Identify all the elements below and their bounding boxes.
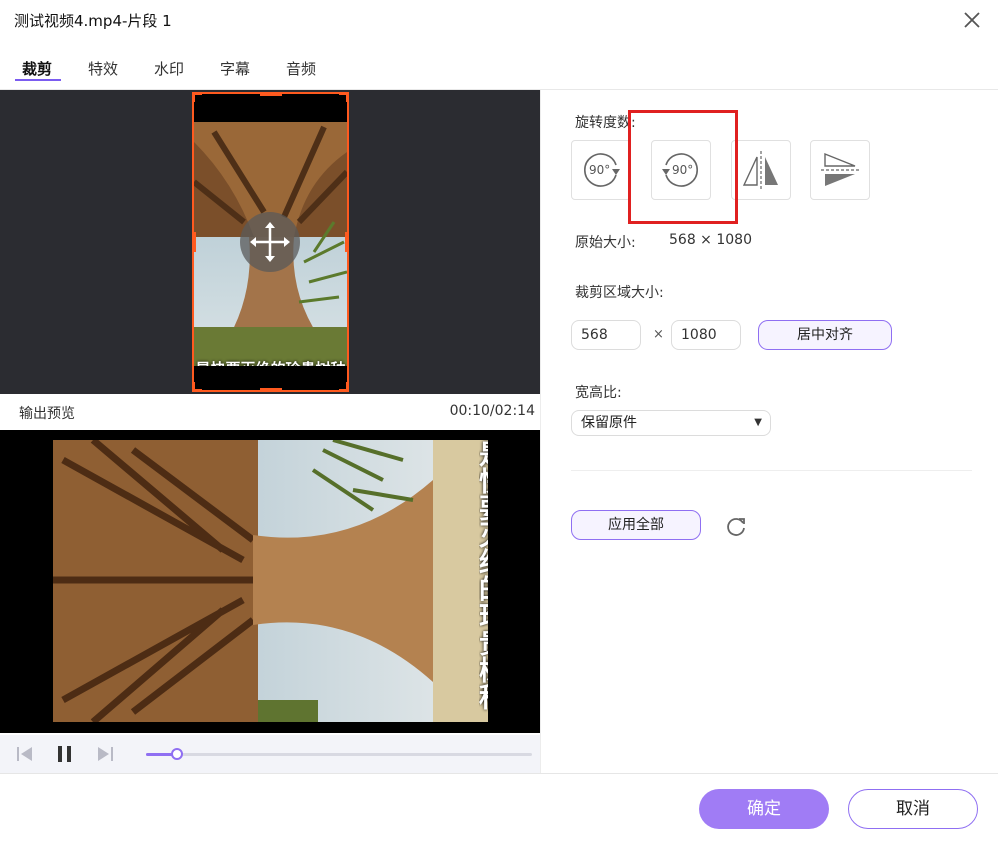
rotated-tree-image bbox=[53, 440, 488, 722]
move-handle[interactable] bbox=[240, 212, 300, 272]
crop-handle[interactable] bbox=[346, 94, 347, 102]
cancel-button[interactable]: 取消 bbox=[848, 789, 978, 829]
output-preview: 是快要灭绝的珍贵树种 bbox=[0, 430, 540, 733]
apply-all-button[interactable]: 应用全部 bbox=[571, 510, 701, 540]
crop-handle[interactable] bbox=[194, 94, 195, 102]
aspect-ratio-value: 保留原件 bbox=[581, 415, 637, 431]
rotation-label: 旋转度数: bbox=[575, 115, 636, 131]
preview-subtitle: 是快要灭绝的珍贵树种 bbox=[479, 440, 488, 710]
flip-vertical-button[interactable] bbox=[810, 140, 870, 200]
next-frame-icon[interactable] bbox=[95, 744, 115, 764]
player-controls bbox=[0, 735, 540, 773]
tab-audio[interactable]: 音频 bbox=[286, 58, 316, 79]
active-tab-indicator bbox=[15, 79, 61, 81]
tab-effects[interactable]: 特效 bbox=[88, 58, 118, 79]
panel-divider bbox=[540, 90, 541, 773]
tab-subtitles[interactable]: 字幕 bbox=[220, 58, 250, 79]
original-size-value: 568 × 1080 bbox=[669, 232, 752, 248]
crop-handle[interactable] bbox=[339, 94, 347, 95]
crop-handle[interactable] bbox=[339, 389, 347, 390]
crop-width-input[interactable] bbox=[571, 320, 641, 350]
crop-handle[interactable] bbox=[194, 382, 195, 390]
preview-video-frame: 是快要灭绝的珍贵树种 bbox=[53, 440, 488, 722]
crop-handle[interactable] bbox=[260, 94, 282, 96]
title-bar: 测试视频4.mp4-片段 1 bbox=[0, 0, 998, 42]
crop-handle[interactable] bbox=[194, 232, 196, 252]
rotate-clockwise-icon: 90° bbox=[584, 153, 620, 187]
tab-bar: 裁剪 特效 水印 字幕 音频 bbox=[0, 52, 998, 88]
crop-handle[interactable] bbox=[260, 388, 282, 390]
rotate-cw-text: 90° bbox=[589, 163, 610, 177]
pause-icon[interactable] bbox=[55, 744, 75, 764]
flip-horizontal-button[interactable] bbox=[731, 140, 791, 200]
original-size-label: 原始大小: bbox=[575, 235, 636, 251]
window-title: 测试视频4.mp4-片段 1 bbox=[14, 12, 172, 30]
flip-vertical-icon bbox=[821, 152, 859, 186]
chevron-down-icon: ▼ bbox=[754, 417, 762, 428]
center-align-button[interactable]: 居中对齐 bbox=[758, 320, 892, 350]
crop-height-input[interactable] bbox=[671, 320, 741, 350]
seek-bar[interactable] bbox=[146, 748, 532, 760]
flip-horizontal-icon bbox=[742, 151, 778, 189]
confirm-button[interactable]: 确定 bbox=[699, 789, 829, 829]
preview-time: 00:10/02:14 bbox=[449, 403, 535, 419]
move-icon bbox=[250, 222, 290, 262]
reset-icon[interactable] bbox=[724, 514, 748, 538]
footer-divider bbox=[0, 773, 998, 774]
seek-thumb[interactable] bbox=[170, 748, 183, 760]
divider bbox=[571, 470, 972, 471]
crop-handle[interactable] bbox=[345, 232, 347, 252]
crop-area-label: 裁剪区域大小: bbox=[575, 285, 664, 301]
times-sign: × bbox=[653, 327, 664, 342]
rotate-clockwise-button[interactable]: 90° bbox=[571, 140, 631, 200]
close-icon[interactable] bbox=[960, 8, 984, 32]
crop-handle[interactable] bbox=[346, 382, 347, 390]
output-preview-label: 输出预览 bbox=[19, 406, 75, 422]
aspect-ratio-select[interactable]: 保留原件 ▼ bbox=[571, 410, 771, 436]
crop-subtitle: 是快要灭绝的珍贵树种 bbox=[194, 358, 347, 366]
aspect-ratio-label: 宽高比: bbox=[575, 385, 622, 401]
highlight-annotation bbox=[628, 110, 738, 224]
crop-editor: 是快要灭绝的珍贵树种 bbox=[0, 90, 540, 394]
tab-watermark[interactable]: 水印 bbox=[154, 58, 184, 79]
tab-crop[interactable]: 裁剪 bbox=[22, 58, 52, 79]
previous-frame-icon[interactable] bbox=[15, 744, 35, 764]
